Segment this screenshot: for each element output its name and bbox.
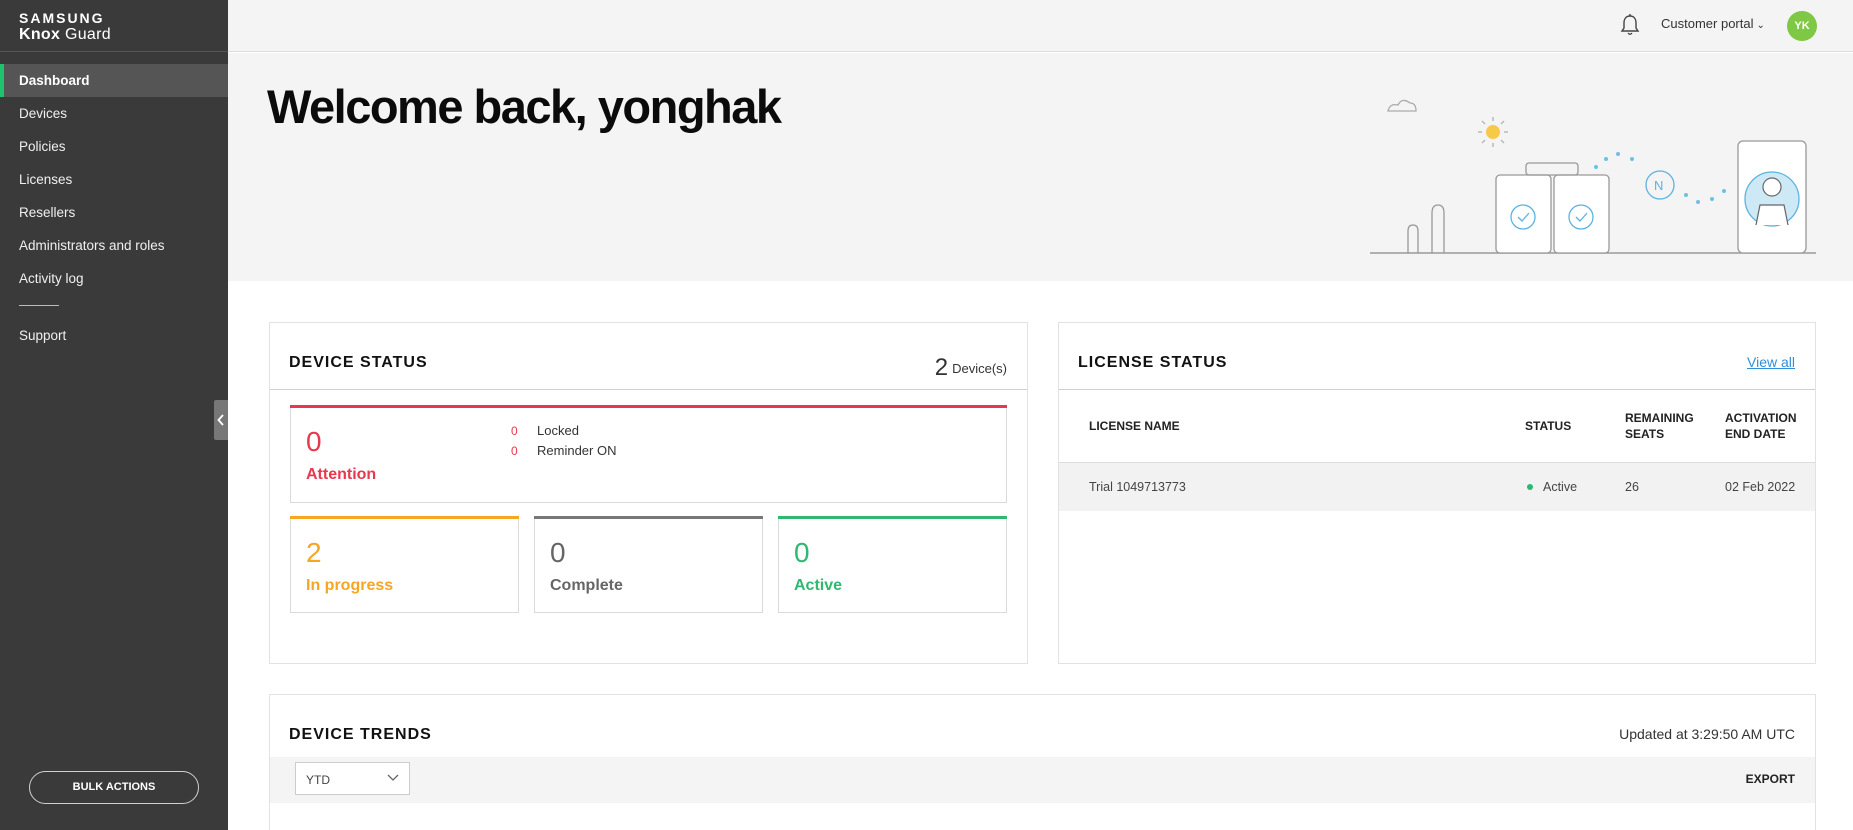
sidebar-item-support[interactable]: Support xyxy=(0,319,228,352)
updated-timestamp: Updated at 3:29:50 AM UTC xyxy=(1619,726,1795,742)
sidebar-item-activity-log[interactable]: Activity log xyxy=(0,262,228,295)
top-bar: Customer portal ⌄ YK xyxy=(228,0,1853,52)
view-all-link[interactable]: View all xyxy=(1747,354,1795,370)
sidebar: SAMSUNG Knox Guard Dashboard Devices Pol… xyxy=(0,0,228,830)
column-remaining-seats-label: REMAINING SEATS xyxy=(1625,410,1694,442)
sidebar-item-policies[interactable]: Policies xyxy=(0,130,228,163)
attention-status-box[interactable]: 0 Attention 0 Locked 0 Reminder ON xyxy=(290,405,1007,503)
brand-guard: Guard xyxy=(60,26,111,43)
sidebar-item-resellers[interactable]: Resellers xyxy=(0,196,228,229)
notifications-button[interactable] xyxy=(1619,13,1641,37)
brand-logo[interactable]: SAMSUNG Knox Guard xyxy=(0,0,228,52)
app: SAMSUNG Knox Guard Dashboard Devices Pol… xyxy=(0,0,1853,830)
remaining-line1: REMAINING xyxy=(1625,410,1694,425)
bulk-actions-button[interactable]: BULK ACTIONS xyxy=(29,771,199,804)
trends-toolbar xyxy=(270,757,1815,803)
bell-icon xyxy=(1620,14,1640,35)
device-count-unit: Device(s) xyxy=(952,361,1007,376)
divider xyxy=(270,389,1027,390)
chevron-down-icon: ⌄ xyxy=(1756,20,1765,31)
license-status-text: Active xyxy=(1543,480,1578,494)
export-button[interactable]: EXPORT xyxy=(1746,772,1795,786)
complete-value: 0 xyxy=(550,537,566,568)
active-value: 0 xyxy=(794,537,810,568)
device-count: 2 Device(s) xyxy=(935,354,1007,382)
column-license-name[interactable]: LICENSE NAME xyxy=(1089,389,1180,462)
reminder-value: 0 xyxy=(511,444,518,458)
attention-value: 0 xyxy=(306,426,322,457)
page-title: Welcome back, yonghak xyxy=(267,80,782,133)
in-progress-status-box[interactable]: 2 In progress xyxy=(290,516,519,613)
active-status-box[interactable]: 0 Active xyxy=(778,516,1007,613)
reminder-label: Reminder ON xyxy=(537,443,617,458)
in-progress-bar xyxy=(290,516,519,519)
brand-knox: Knox xyxy=(19,26,61,43)
license-name-cell: Trial 1049713773 xyxy=(1089,480,1186,494)
device-status-title: DEVICE STATUS xyxy=(289,354,428,371)
column-remaining-seats[interactable]: REMAINING SEATS xyxy=(1625,389,1694,462)
license-table-header: LICENSE NAME STATUS REMAINING SEATS ACTIV… xyxy=(1059,389,1815,462)
sidebar-item-dashboard[interactable]: Dashboard xyxy=(0,64,228,97)
brand-line1: SAMSUNG xyxy=(19,10,105,26)
user-avatar[interactable]: YK xyxy=(1787,11,1817,41)
sidebar-item-licenses[interactable]: Licenses xyxy=(0,163,228,196)
sidebar-nav: Dashboard Devices Policies Licenses Rese… xyxy=(0,64,228,352)
status-dot xyxy=(1527,484,1533,490)
sidebar-divider xyxy=(19,305,59,306)
brand-line2: Knox Guard xyxy=(19,26,228,44)
chevron-left-icon xyxy=(217,414,224,426)
reminder-row[interactable]: 0 Reminder ON xyxy=(511,443,616,458)
activation-line2: END DATE xyxy=(1725,426,1786,441)
locked-value: 0 xyxy=(511,424,518,438)
attention-label: Attention xyxy=(306,466,377,483)
column-activation-label: ACTIVATION END DATE xyxy=(1725,410,1797,442)
customer-portal-label: Customer portal xyxy=(1661,16,1754,31)
license-seats-cell: 26 xyxy=(1625,480,1639,494)
welcome-hero: Welcome back, yonghak N xyxy=(228,53,1853,281)
activation-line1: ACTIVATION xyxy=(1725,410,1797,425)
column-activation-end-date[interactable]: ACTIVATION END DATE xyxy=(1725,389,1797,462)
in-progress-value: 2 xyxy=(306,537,322,568)
svg-text:N: N xyxy=(1654,178,1663,193)
device-trends-title: DEVICE TRENDS xyxy=(289,726,432,743)
sidebar-item-administrators[interactable]: Administrators and roles xyxy=(0,229,228,262)
customer-portal-dropdown[interactable]: Customer portal ⌄ xyxy=(1661,16,1765,31)
devices-illustration: N xyxy=(1370,99,1816,254)
time-range-select[interactable]: YTD xyxy=(295,762,410,795)
time-range-value: YTD xyxy=(306,773,330,787)
license-end-date-cell: 02 Feb 2022 xyxy=(1725,480,1796,494)
license-status-card: LICENSE STATUS View all LICENSE NAME STA… xyxy=(1058,322,1816,664)
device-status-card: DEVICE STATUS 2 Device(s) 0 Attention 0 Lo… xyxy=(269,322,1028,664)
locked-label: Locked xyxy=(537,423,579,438)
complete-status-box[interactable]: 0 Complete xyxy=(534,516,763,613)
remaining-line2: SEATS xyxy=(1625,426,1665,441)
column-status[interactable]: STATUS xyxy=(1525,389,1571,462)
complete-bar xyxy=(534,516,763,519)
attention-bar xyxy=(290,405,1007,408)
device-trends-card: DEVICE TRENDS Updated at 3:29:50 AM UTC … xyxy=(269,694,1816,830)
chevron-down-icon xyxy=(387,774,399,781)
sidebar-item-devices[interactable]: Devices xyxy=(0,97,228,130)
active-bar xyxy=(778,516,1007,519)
device-count-value: 2 xyxy=(934,354,949,381)
complete-label: Complete xyxy=(550,577,623,594)
table-row[interactable]: Trial 1049713773 Active 26 02 Feb 2022 xyxy=(1059,462,1815,511)
license-status-title: LICENSE STATUS xyxy=(1078,354,1228,371)
active-label: Active xyxy=(794,577,843,594)
locked-row[interactable]: 0 Locked xyxy=(511,423,579,438)
in-progress-label: In progress xyxy=(306,577,394,594)
license-status-cell: Active xyxy=(1527,463,1577,512)
sidebar-collapse-button[interactable] xyxy=(214,400,228,440)
